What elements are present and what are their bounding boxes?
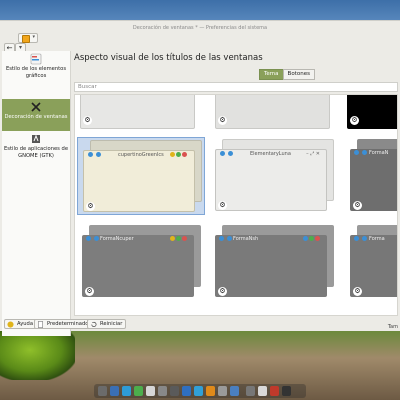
theme-card[interactable]: ⚙ [210,95,335,135]
trash-icon[interactable] [270,386,279,396]
theme-name: FormaNsh [233,236,259,242]
system-settings-window: Decoración de ventanas * — Preferencias … [0,20,400,336]
sidebar-item-label: Decoración de ventanas [4,114,68,120]
gear-icon[interactable]: ⚙ [86,202,95,211]
app-menu-button[interactable]: ▾ [18,33,38,43]
menu-icon [220,151,225,156]
theme-name: Forma [369,236,385,242]
widget-style-icon [30,53,42,65]
menu-icon [86,236,91,241]
gear-icon[interactable]: ⚙ [218,201,227,210]
theme-preview-window: cupertinoGreenIcs [83,150,195,212]
page-title: Aspecto visual de los títulos de las ven… [74,53,263,63]
theme-card[interactable]: ElementaryLuna – ⤢ ✕ ⚙ [210,137,335,215]
dock-app-icon[interactable] [170,386,179,396]
chevron-down-icon: ▾ [32,34,35,40]
dock-app-icon[interactable] [218,386,227,396]
dock-app-icon[interactable] [158,386,167,396]
menu-icon [88,152,93,157]
sidebar: Estilo de los elementos gráficos Decorac… [2,51,71,336]
dock-app-icon[interactable] [194,386,203,396]
maximize-icon [176,152,181,157]
menu-icon [219,236,224,241]
gear-icon[interactable]: ⚙ [353,287,362,296]
theme-name: cupertinoGreenIcs [118,152,164,158]
toolbar: ▾ [0,31,400,45]
gear-icon[interactable]: ⚙ [218,287,227,296]
undo-icon [91,321,97,327]
app-icon [22,35,30,43]
document-icon [38,321,43,328]
minimize-icon [170,236,175,241]
defaults-button[interactable]: Predeterminados [34,319,96,329]
gear-icon[interactable]: ⚙ [83,116,92,125]
dock [94,384,306,398]
theme-card[interactable]: FormaNsh ⚙ [210,223,335,301]
dock-app-icon[interactable] [122,386,131,396]
theme-preview-window [80,95,195,129]
tab-theme[interactable]: Tema [259,69,284,80]
close-icon [315,236,320,241]
pin-icon [93,236,99,241]
dock-app-icon[interactable] [146,386,155,396]
dock-app-icon[interactable] [98,386,107,396]
close-icon [182,236,187,241]
tab-bar: Tema Botones [259,69,315,80]
minimize-icon [170,152,175,157]
tab-buttons[interactable]: Botones [282,69,315,80]
sidebar-item-window-decoration[interactable]: Decoración de ventanas [2,99,70,131]
minimize-icon [303,236,308,241]
theme-card[interactable]: ⚙ [345,95,397,135]
gtk-icon [32,134,40,143]
dock-app-icon[interactable] [230,386,239,396]
maximize-icon [309,236,314,241]
menu-icon [354,236,359,241]
help-button[interactable]: Ayuda [4,319,38,329]
theme-name: FormaNcuper [100,236,134,242]
theme-name: FormaN [369,150,389,156]
pin-icon [226,236,232,241]
pin-icon [227,151,233,156]
gear-icon[interactable]: ⚙ [350,116,359,125]
theme-card[interactable]: ⚙ [75,95,200,135]
maximize-icon [176,236,181,241]
dock-app-icon[interactable] [258,386,267,396]
reset-button[interactable]: Reiniciar [87,319,127,329]
dock-app-icon[interactable] [246,386,255,396]
sidebar-item-gtk-style[interactable]: Estilo de aplicaciones de GNOME (GTK) [2,133,70,163]
main-panel: Aspecto visual de los títulos de las ven… [72,51,400,336]
sidebar-item-label: Estilo de aplicaciones de GNOME (GTK) [3,146,69,159]
gear-icon[interactable]: ⚙ [353,201,362,210]
dock-app-icon[interactable] [282,386,291,396]
gear-icon[interactable]: ⚙ [85,287,94,296]
help-icon [7,321,14,328]
window-decoration-icon [31,102,41,112]
pin-icon [95,152,101,157]
search-input[interactable]: Buscar [74,82,398,92]
theme-preview-window: FormaNsh [215,235,327,297]
theme-card[interactable]: FormaNcuper ⚙ [77,223,205,301]
dock-app-icon[interactable] [110,386,119,396]
pin-icon [361,236,367,241]
menu-icon [354,150,359,155]
dock-app-icon[interactable] [182,386,191,396]
sidebar-item-label: Estilo de los elementos gráficos [5,66,67,79]
theme-card[interactable]: Forma ⚙ [345,223,397,301]
dock-app-icon[interactable] [134,386,143,396]
footer-bar: Ayuda Predeterminados Reiniciar [0,317,400,331]
close-icon [182,152,187,157]
pin-icon [361,150,367,155]
theme-gallery: ⚙ ⚙ ⚙ cupertinoGreenIcs ⚙ ElementaryLuna… [74,94,398,316]
theme-card-selected[interactable]: cupertinoGreenIcs ⚙ [77,137,205,215]
dock-app-icon[interactable] [206,386,215,396]
sidebar-item-widget-style[interactable]: Estilo de los elementos gráficos [2,53,70,83]
theme-preview-window [215,95,330,129]
gear-icon[interactable]: ⚙ [218,116,227,125]
theme-name: ElementaryLuna [250,151,291,157]
theme-card[interactable]: FormaN ⚙ [345,137,397,215]
theme-preview-window: FormaNcuper [82,235,194,297]
window-controls-icon: – ⤢ ✕ [306,151,320,157]
theme-preview-window: ElementaryLuna – ⤢ ✕ [215,149,327,211]
